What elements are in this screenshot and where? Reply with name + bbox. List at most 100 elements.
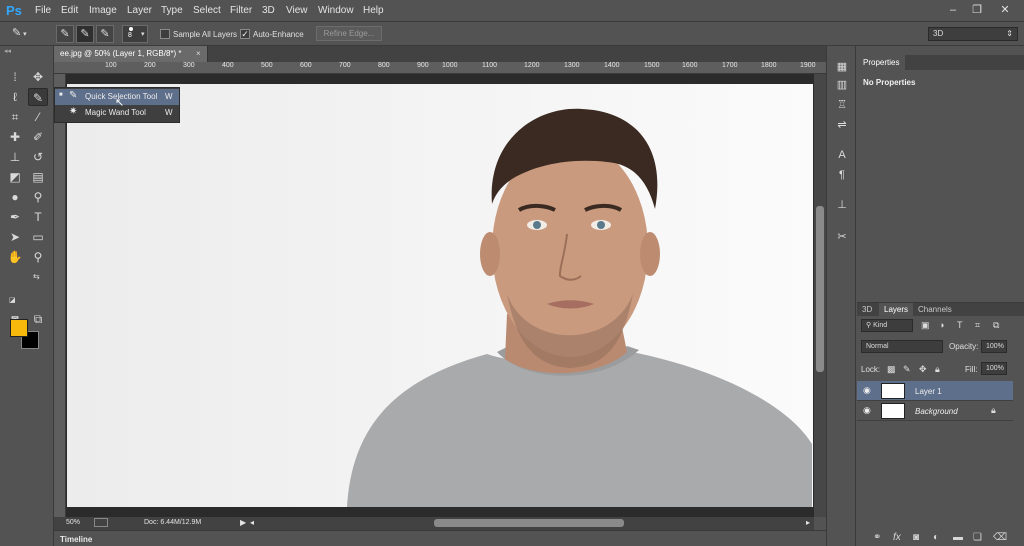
opacity-label: Opacity: (949, 342, 979, 351)
clone-stamp-tool[interactable]: ⊥ (5, 148, 25, 166)
vertical-scroll-thumb[interactable] (816, 206, 824, 372)
lock-all-icon[interactable]: 🔒︎ (935, 364, 940, 375)
lasso-tool[interactable]: ℓ (5, 88, 25, 106)
menu-select[interactable]: Select (193, 5, 221, 16)
healing-brush-tool[interactable]: ✚ (5, 128, 25, 146)
character-panel-icon[interactable]: A (835, 148, 849, 162)
rectangular-marquee-tool[interactable]: ⁞ (5, 68, 25, 86)
quick-selection-tool[interactable]: ✎ (28, 88, 48, 106)
visibility-eye-icon[interactable]: ◉ (863, 405, 871, 416)
crop-tool[interactable]: ⌗ (5, 108, 25, 126)
scroll-left-icon[interactable]: ◂ (250, 518, 254, 527)
add-mask-icon[interactable]: ◙ (913, 532, 919, 543)
canvas-area[interactable] (66, 74, 814, 517)
paragraph-panel-icon[interactable]: ¶ (835, 168, 849, 182)
zoom-tool[interactable]: ⚲ (28, 248, 48, 266)
image-filter-icon[interactable]: ▣ (921, 320, 930, 331)
new-group-icon[interactable]: ▬ (953, 532, 963, 543)
add-to-selection-button[interactable]: ✎ (76, 25, 94, 43)
eyedropper-tool[interactable]: ⁄ (28, 108, 48, 126)
new-layer-icon[interactable]: ❏ (973, 532, 982, 543)
menu-help[interactable]: Help (363, 5, 384, 16)
eraser-tool[interactable]: ◩ (5, 168, 25, 186)
tool-presets-icon[interactable]: ✂ (835, 230, 849, 244)
tool-preset-picker[interactable]: ✎ ▾ (12, 26, 40, 42)
shape-filter-icon[interactable]: ⌗ (975, 320, 980, 331)
brush-settings-icon[interactable]: ⇌ (835, 118, 849, 132)
move-tool[interactable]: ✥ (28, 68, 48, 86)
layer-thumbnail (881, 403, 905, 419)
type-tool[interactable]: T (28, 208, 48, 226)
timeline-tab[interactable]: Timeline (60, 535, 92, 544)
tab-layers[interactable]: Layers (879, 303, 914, 316)
link-layers-icon[interactable]: ⚭ (873, 532, 881, 543)
menu-filter[interactable]: Filter (230, 5, 252, 16)
ruler-number: 1800 (761, 62, 777, 69)
menu-file[interactable]: File (35, 5, 51, 16)
menu-view[interactable]: View (286, 5, 308, 16)
visibility-eye-icon[interactable]: ◉ (863, 385, 871, 396)
ruler-number: 1100 (482, 62, 498, 69)
trash-icon[interactable]: ⌫ (993, 532, 1007, 543)
menu-window[interactable]: Window (318, 5, 354, 16)
brush-picker[interactable]: 8 ▾ (122, 25, 148, 43)
subtract-from-selection-button[interactable]: ✎ (96, 25, 114, 43)
document-tab[interactable]: ee.jpg @ 50% (Layer 1, RGB/8*) * × (54, 46, 208, 62)
history-panel-icon[interactable]: ▦ (835, 60, 849, 74)
lock-pixels-icon[interactable]: ✎ (903, 364, 911, 375)
history-brush-tool[interactable]: ↺ (28, 148, 48, 166)
zoom-icon: ⚲ (33, 250, 43, 264)
blend-mode-select[interactable]: Normal (861, 340, 943, 353)
adjustment-layer-icon[interactable]: ◐ (933, 532, 939, 543)
pen-tool[interactable]: ✒ (5, 208, 25, 226)
menu-image[interactable]: Image (89, 5, 117, 16)
zoom-level[interactable]: 50% (66, 519, 80, 526)
filter-kind-select[interactable]: ⚲ Kind (861, 319, 913, 332)
fx-icon[interactable]: fx (893, 532, 901, 543)
workspace-select[interactable]: 3D ⇕ (928, 27, 1018, 41)
refine-edge-button[interactable]: Refine Edge... (316, 26, 382, 41)
foreground-color-swatch[interactable] (10, 319, 28, 337)
tab-3d[interactable]: 3D (857, 303, 877, 316)
horizontal-scroll-thumb[interactable] (434, 519, 624, 527)
type-filter-icon[interactable]: T (957, 320, 963, 330)
new-selection-button[interactable]: ✎ (56, 25, 74, 43)
path-selection-tool[interactable]: ➤ (5, 228, 25, 246)
brush-tool[interactable]: ✐ (28, 128, 48, 146)
collapse-icon[interactable]: ◂◂ (4, 47, 11, 55)
swatches-panel-icon[interactable]: ▥ (835, 78, 849, 92)
adjustments-panel-icon[interactable]: ♖ (835, 98, 849, 112)
sample-all-layers-checkbox[interactable] (160, 29, 170, 39)
tab-properties[interactable]: Properties (857, 55, 905, 70)
hand-tool[interactable]: ✋ (5, 248, 25, 266)
clone-source-icon[interactable]: ⊥ (835, 198, 849, 212)
close-tab-icon[interactable]: × (196, 49, 201, 58)
fill-input[interactable]: 100% (981, 362, 1007, 375)
dodge-tool[interactable]: ⚲ (28, 188, 48, 206)
layer-row[interactable]: ◉ Layer 1 (857, 381, 1013, 401)
smart-object-filter-icon[interactable]: ⧉ (993, 320, 999, 331)
minimize-button[interactable]: – (942, 2, 964, 18)
gradient-tool[interactable]: ▤ (28, 168, 48, 186)
rectangle-tool[interactable]: ▭ (28, 228, 48, 246)
blur-tool[interactable]: ● (5, 188, 25, 206)
status-toggle-icon[interactable] (94, 518, 108, 527)
default-colors-icon[interactable]: ◪ (9, 296, 16, 304)
opacity-input[interactable]: 100% (981, 340, 1007, 353)
menu-type[interactable]: Type (161, 5, 183, 16)
menu-edit[interactable]: Edit (61, 5, 78, 16)
lock-position-icon[interactable]: ✥ (919, 364, 927, 375)
menu-layer[interactable]: Layer (127, 5, 152, 16)
close-window-button[interactable]: ✕ (994, 2, 1016, 18)
swap-colors-icon[interactable]: ⇆ (33, 272, 40, 281)
layer-row[interactable]: ◉ Background 🔒︎ (857, 401, 1013, 421)
scroll-right-icon[interactable]: ▸ (806, 518, 810, 527)
restore-button[interactable]: ❐ (966, 2, 988, 18)
screen-mode-button[interactable]: ⧉ (28, 310, 48, 328)
lock-transparent-icon[interactable]: ▩ (887, 364, 896, 375)
tab-channels[interactable]: Channels (913, 303, 957, 316)
adjustment-filter-icon[interactable]: ◑ (939, 320, 944, 330)
status-menu-arrow-icon[interactable]: ▶ (240, 518, 246, 527)
auto-enhance-checkbox[interactable]: ✓ (240, 29, 250, 39)
menu-3d[interactable]: 3D (262, 5, 275, 16)
